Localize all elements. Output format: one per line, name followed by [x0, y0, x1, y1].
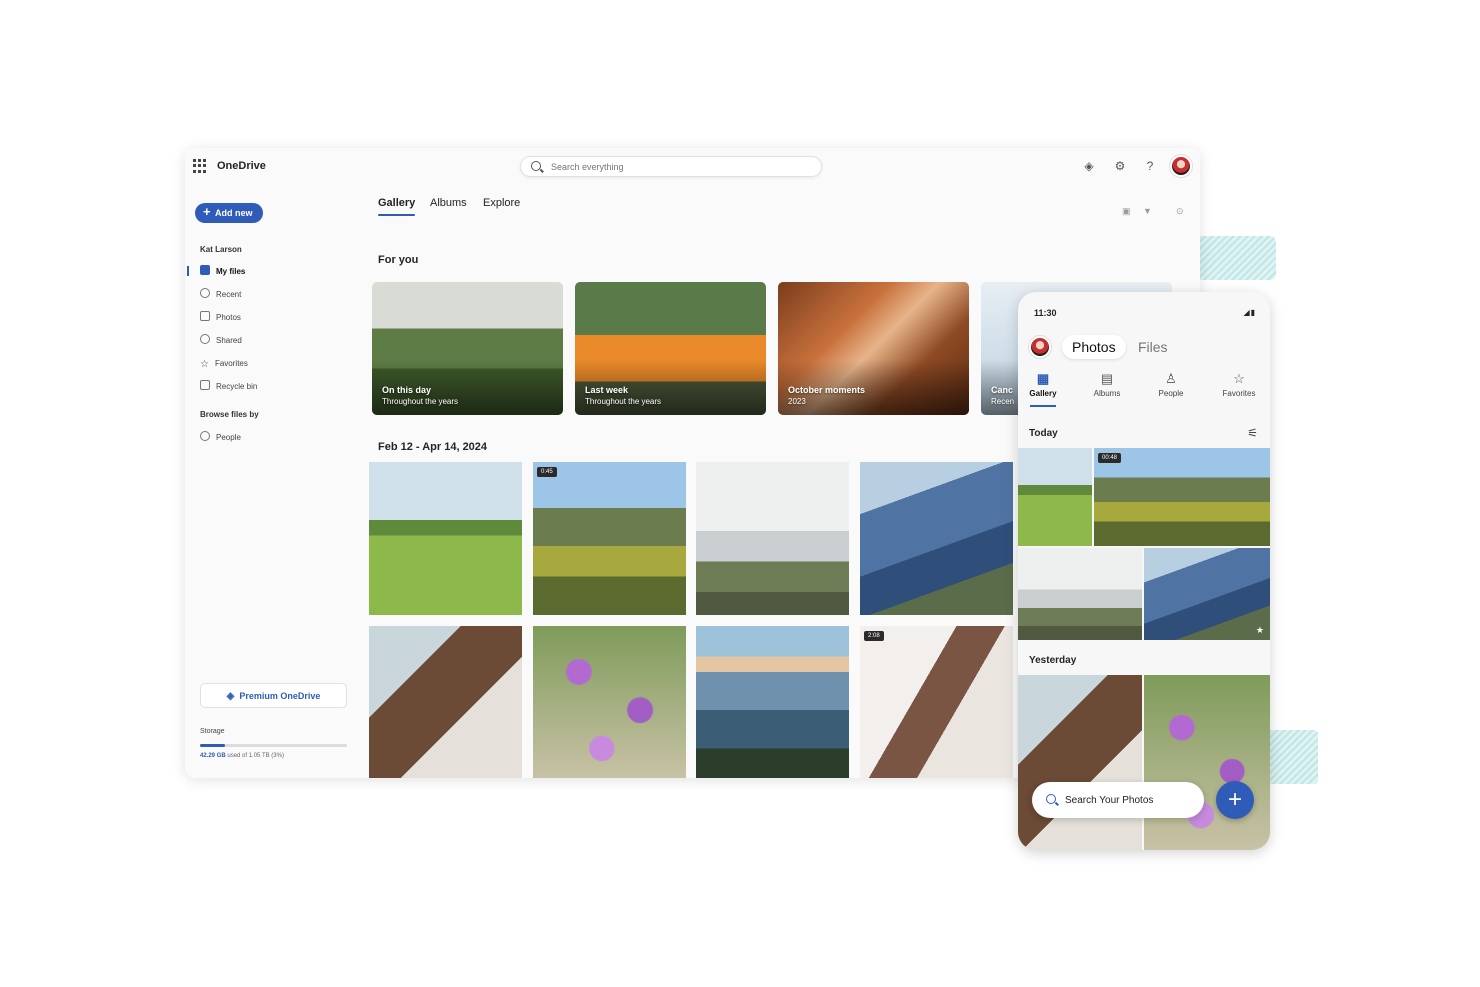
- storage-label: Storage: [200, 728, 225, 735]
- photo-tile[interactable]: [696, 626, 849, 778]
- storage-bar: [200, 744, 347, 747]
- tab-photos[interactable]: Photos: [1062, 335, 1126, 359]
- storage-fill: [200, 744, 225, 747]
- photo-tile[interactable]: [1018, 548, 1142, 640]
- onedrive-phone: 11:30 ◢▮ Photos Files ▦ Gallery ▤ Albums ♙…: [1018, 292, 1270, 850]
- gear-icon[interactable]: ⚙: [1113, 159, 1127, 173]
- video-tile[interactable]: 0:45: [533, 462, 686, 615]
- card-title: October moments: [788, 385, 866, 395]
- info-icon[interactable]: ⊙: [1176, 206, 1184, 217]
- storage-text: 42.29 GB used of 1.05 TB (3%): [200, 753, 284, 759]
- photo-tile[interactable]: [860, 462, 1013, 615]
- sidebar-item-shared[interactable]: Shared: [200, 334, 242, 348]
- search-input[interactable]: [549, 159, 809, 175]
- help-icon[interactable]: ?: [1143, 159, 1157, 173]
- card-subtitle: Throughout the years: [585, 397, 662, 406]
- sidebar-item-recycle-bin[interactable]: Recycle bin: [200, 380, 257, 394]
- tab-gallery[interactable]: Gallery: [378, 197, 416, 216]
- search-box[interactable]: [520, 156, 822, 177]
- photo-tile[interactable]: [369, 626, 522, 778]
- date-range-heading: Feb 12 - Apr 14, 2024: [378, 441, 488, 453]
- today-heading: Today: [1029, 428, 1058, 439]
- people-icon: [200, 334, 210, 344]
- card-subtitle: 2023: [788, 397, 806, 406]
- diamond-icon[interactable]: ◈: [1082, 159, 1096, 173]
- person-icon: ♙: [1165, 371, 1177, 386]
- gallery-icon: ▦: [1036, 371, 1050, 386]
- diamond-icon: ◈: [226, 691, 235, 702]
- video-duration: 0:45: [537, 467, 557, 477]
- folder-icon: [200, 265, 210, 275]
- sidebar-item-recent[interactable]: Recent: [200, 288, 241, 302]
- photo-tile[interactable]: [533, 626, 686, 778]
- person-icon: [200, 431, 210, 441]
- sidebar-item-my-files[interactable]: My files: [200, 265, 245, 279]
- search-icon: [531, 161, 541, 171]
- avatar[interactable]: [1170, 155, 1192, 177]
- yesterday-heading: Yesterday: [1029, 655, 1077, 666]
- add-button[interactable]: +: [1216, 781, 1254, 819]
- phone-nav-albums[interactable]: ▤ Albums: [1082, 371, 1132, 399]
- avatar[interactable]: [1029, 336, 1051, 358]
- card-title: On this day: [382, 385, 432, 395]
- plus-icon: +: [203, 204, 211, 219]
- view-icon[interactable]: ▣: [1122, 206, 1131, 217]
- phone-time: 11:30: [1034, 308, 1057, 318]
- decorative-shape: [1190, 236, 1276, 280]
- search-photos-button[interactable]: Search Your Photos: [1032, 782, 1204, 818]
- status-icons: ◢▮: [1243, 308, 1256, 317]
- tab-files[interactable]: Files: [1128, 335, 1178, 359]
- phone-nav-people[interactable]: ♙ People: [1146, 371, 1196, 399]
- photo-tile[interactable]: [1144, 675, 1270, 850]
- app-title: OneDrive: [217, 160, 266, 172]
- memory-card[interactable]: Last week Throughout the years: [575, 282, 766, 415]
- star-icon: ☆: [1233, 371, 1245, 386]
- decorative-shape: [1262, 730, 1318, 784]
- photo-tile[interactable]: ★: [1144, 548, 1270, 640]
- clock-icon: [200, 288, 210, 298]
- account-name: Kat Larson: [200, 245, 242, 254]
- photo-tile[interactable]: [369, 462, 522, 615]
- search-icon: [1046, 794, 1056, 804]
- favorite-star-icon: ★: [1255, 625, 1264, 635]
- app-launcher-icon[interactable]: [193, 159, 207, 173]
- memory-card[interactable]: October moments 2023: [778, 282, 969, 415]
- premium-button[interactable]: ◈ Premium OneDrive: [200, 683, 347, 708]
- sidebar-item-photos[interactable]: Photos: [200, 311, 241, 325]
- video-tile[interactable]: 2:08: [860, 626, 1013, 778]
- phone-nav-favorites[interactable]: ☆ Favorites: [1214, 371, 1264, 399]
- image-icon: [200, 311, 210, 321]
- video-duration: 2:08: [864, 631, 884, 641]
- photo-tile[interactable]: [696, 462, 849, 615]
- photo-tile[interactable]: [1018, 675, 1142, 850]
- browse-heading: Browse files by: [200, 410, 259, 419]
- photo-tile[interactable]: [1018, 448, 1092, 546]
- video-tile[interactable]: 00:48: [1094, 448, 1270, 546]
- card-subtitle: Throughout the years: [382, 397, 459, 406]
- tab-albums[interactable]: Albums: [430, 197, 467, 209]
- filter-icon[interactable]: ▼: [1143, 206, 1152, 216]
- active-indicator: [187, 266, 189, 276]
- filter-icon[interactable]: ⚟: [1247, 426, 1258, 440]
- top-bar: OneDrive ◈ ⚙ ?: [185, 148, 1200, 186]
- star-icon: ☆: [200, 359, 209, 370]
- sidebar-item-people[interactable]: People: [200, 431, 241, 445]
- card-subtitle: Recen: [991, 397, 1015, 406]
- card-title: Canc: [991, 385, 1014, 395]
- tab-explore[interactable]: Explore: [483, 197, 520, 209]
- memory-card[interactable]: On this day Throughout the years: [372, 282, 563, 415]
- video-duration: 00:48: [1098, 453, 1122, 463]
- card-title: Last week: [585, 385, 629, 395]
- sidebar-item-favorites[interactable]: ☆ Favorites: [200, 357, 248, 371]
- album-icon: ▤: [1100, 371, 1114, 386]
- phone-nav-gallery[interactable]: ▦ Gallery: [1018, 371, 1068, 407]
- trash-icon: [200, 380, 210, 390]
- for-you-heading: For you: [378, 254, 419, 266]
- add-new-button[interactable]: + Add new: [195, 203, 263, 223]
